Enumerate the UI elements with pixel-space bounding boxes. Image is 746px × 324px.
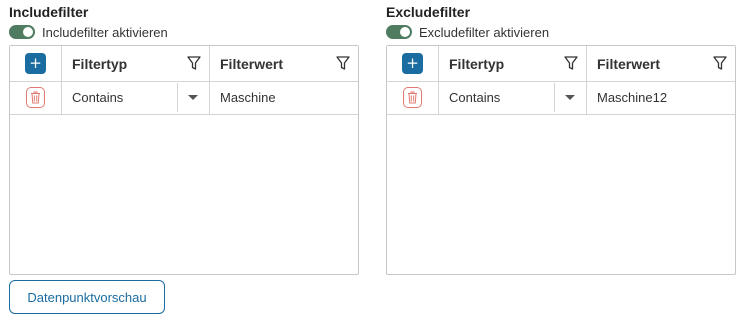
include-toggle-row: Includefilter aktivieren bbox=[9, 22, 168, 42]
exclude-toggle-label: Excludefilter aktivieren bbox=[419, 24, 550, 40]
include-add-row-button[interactable]: + bbox=[25, 53, 46, 74]
row-action-cell bbox=[10, 81, 62, 114]
header-filtertyp-cell: Filtertyp bbox=[62, 46, 210, 81]
column-header-filtertyp: Filtertyp bbox=[449, 55, 505, 72]
exclude-grid-header: + Filtertyp Filterwert bbox=[387, 46, 735, 82]
column-header-filterwert: Filterwert bbox=[220, 55, 284, 72]
exclude-add-row-button[interactable]: + bbox=[402, 53, 423, 74]
header-filterwert-cell: Filterwert bbox=[587, 46, 735, 81]
header-action-cell: + bbox=[387, 46, 439, 81]
filtertyp-value: Contains bbox=[449, 90, 501, 105]
exclude-delete-row-button[interactable] bbox=[403, 87, 422, 108]
toggle-knob bbox=[400, 27, 410, 37]
header-filtertyp-cell: Filtertyp bbox=[439, 46, 587, 81]
include-filter-title: Includefilter bbox=[9, 4, 89, 20]
exclude-filter-title: Excludefilter bbox=[386, 4, 471, 20]
dropdown-divider bbox=[177, 83, 178, 112]
funnel-icon[interactable] bbox=[336, 55, 350, 71]
include-grid-header: + Filtertyp Filterwert bbox=[10, 46, 358, 82]
column-header-filterwert: Filterwert bbox=[597, 55, 661, 72]
header-filterwert-cell: Filterwert bbox=[210, 46, 358, 81]
table-row: Contains Maschine12 bbox=[387, 81, 735, 115]
filterwert-value: Maschine12 bbox=[597, 90, 668, 105]
filterwert-cell[interactable]: Maschine bbox=[210, 81, 358, 114]
datenpunktvorschau-button[interactable]: Datenpunktvorschau bbox=[9, 280, 165, 314]
filtertyp-dropdown[interactable]: Contains bbox=[62, 81, 210, 114]
funnel-icon[interactable] bbox=[564, 55, 578, 71]
exclude-toggle-row: Excludefilter aktivieren bbox=[386, 22, 549, 42]
include-toggle-switch[interactable] bbox=[9, 25, 35, 39]
row-action-cell bbox=[387, 81, 439, 114]
caret-down-icon[interactable] bbox=[188, 95, 198, 100]
include-filter-grid: + Filtertyp Filterwert Contains Maschine bbox=[9, 45, 359, 275]
filtertyp-dropdown[interactable]: Contains bbox=[439, 81, 587, 114]
include-delete-row-button[interactable] bbox=[26, 87, 45, 108]
toggle-knob bbox=[23, 27, 33, 37]
trash-icon bbox=[31, 91, 40, 104]
column-header-filtertyp: Filtertyp bbox=[72, 55, 128, 72]
trash-icon bbox=[408, 91, 417, 104]
caret-down-icon[interactable] bbox=[565, 95, 575, 100]
table-row: Contains Maschine bbox=[10, 81, 358, 115]
header-action-cell: + bbox=[10, 46, 62, 81]
dropdown-divider bbox=[554, 83, 555, 112]
filterwert-cell[interactable]: Maschine12 bbox=[587, 81, 735, 114]
funnel-icon[interactable] bbox=[713, 55, 727, 71]
exclude-filter-grid: + Filtertyp Filterwert Contains Maschine… bbox=[386, 45, 736, 275]
exclude-toggle-switch[interactable] bbox=[386, 25, 412, 39]
funnel-icon[interactable] bbox=[187, 55, 201, 71]
filterwert-value: Maschine bbox=[220, 90, 276, 105]
include-toggle-label: Includefilter aktivieren bbox=[42, 24, 168, 40]
filtertyp-value: Contains bbox=[72, 90, 124, 105]
